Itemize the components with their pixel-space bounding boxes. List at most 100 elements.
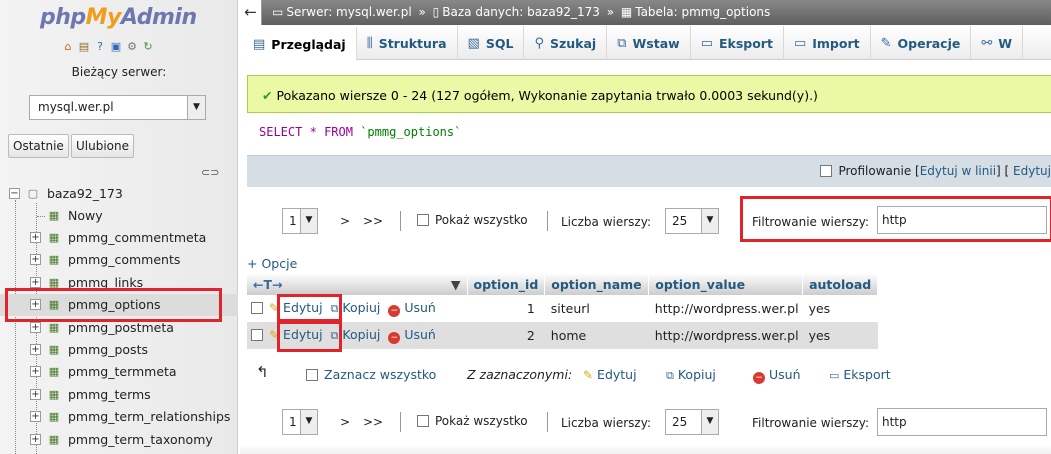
tab-import-label: Import [812,35,860,51]
table-icon[interactable]: ▦ [46,433,62,447]
row-checkbox[interactable] [251,302,263,314]
breadcrumb-server[interactable]: Serwer: mysql.wer.pl [286,5,411,19]
expand-icon[interactable]: + [30,366,41,378]
expand-icon[interactable]: + [30,299,41,311]
phpmyadmin-logo[interactable]: phpMyAdmin [40,5,197,30]
tree-table-item[interactable]: + ▦ pmmg_commentmeta [0,227,238,249]
tab-insert[interactable]: ⧉ Wstaw [607,26,691,60]
bottom-shadow [240,444,1051,454]
expand-icon[interactable]: + [30,254,41,266]
server-select[interactable]: mysql.wer.pl ▼ [29,95,206,120]
settings-icon[interactable]: ⚙ [125,40,139,54]
tab-structure[interactable]: ⫼ Struktura [357,26,458,60]
expand-icon[interactable]: + [30,232,41,243]
tree-table-item[interactable]: + ▦ pmmg_postmeta [0,317,238,339]
table-icon[interactable]: ▦ [46,343,62,357]
row-copy-button[interactable]: ⧉ Kopiuj [331,300,381,315]
last-page-button[interactable]: >> [359,208,387,234]
help-icon[interactable]: ? [93,40,107,54]
expand-icon[interactable]: + [30,276,41,288]
tree-database[interactable]: − ▢ baza92_173 [0,183,238,205]
show-all-control[interactable]: Pokaż wszystko [417,213,528,227]
column-autoload[interactable]: autoload [802,273,879,295]
row-delete-button[interactable]: − Usuń [388,300,436,317]
column-option-name[interactable]: option_name [544,273,650,295]
expand-icon[interactable]: + [30,411,41,423]
documentation-icon[interactable]: ▣ [109,40,123,54]
check-all-control[interactable]: Zaznacz wszystko [306,367,436,382]
rows-per-page-select[interactable]: 25 ▼ [665,409,719,435]
table-icon[interactable]: ▦ [46,410,62,424]
row-edit-button[interactable]: ✎ Edytuj [269,327,323,342]
table-icon[interactable]: ▦ [46,231,62,245]
column-resize-header[interactable]: ←T→ ▼ [247,273,468,295]
breadcrumb-table[interactable]: Tabela: pmmg_options [635,5,770,19]
column-option-value[interactable]: option_value [648,273,804,295]
page-select[interactable]: 1 ▼ [282,409,318,435]
rows-per-page-select[interactable]: 25 ▼ [665,208,719,234]
tree-table-item[interactable]: + ▦ pmmg_terms [0,384,238,406]
tab-sql[interactable]: ▧ SQL [458,26,525,60]
tree-table-item[interactable]: + ▦ pmmg_term_taxonomy [0,429,238,451]
back-arrow-icon[interactable]: ← [240,0,262,25]
table-icon[interactable]: ▦ [46,321,62,335]
link-icon[interactable]: ⊂⊃ [201,166,219,179]
tree-table-item[interactable]: + ▦ pmmg_termmeta [0,361,238,383]
last-page-button[interactable]: >> [359,409,387,435]
row-edit-button[interactable]: ✎ Edytuj [269,300,323,315]
show-all-checkbox[interactable] [417,415,429,427]
options-link[interactable]: + Opcje [247,256,297,271]
edit-query-link[interactable]: Edytuj [1013,164,1051,178]
table-icon[interactable]: ▦ [46,388,62,402]
bulk-export-button[interactable]: ▭ Eksport [829,367,891,382]
expand-icon[interactable]: + [30,388,41,400]
tree-table-item[interactable]: + ▦ pmmg_links [0,272,238,294]
expand-icon[interactable]: + [30,321,41,333]
row-copy-button[interactable]: ⧉ Kopiuj [331,327,381,342]
row-delete-button[interactable]: − Usuń [388,327,436,344]
tab-browse[interactable]: ▤ Przeglądaj [243,26,357,60]
sql-select: SELECT [259,125,303,139]
filter-rows-input[interactable]: http [877,206,1047,234]
tab-search[interactable]: ⚲ Szukaj [524,26,608,60]
tree-table-item[interactable]: + ▦ pmmg_term_relationships [0,406,238,428]
tree-new-table[interactable]: ▦ Nowy [0,205,238,227]
bulk-delete-button[interactable]: − Usuń [753,367,801,384]
edit-inline-link[interactable]: Edytuj w linii [920,164,996,178]
breadcrumb-database[interactable]: Baza danych: baza92_173 [442,5,600,19]
breadcrumb-bar: ← ▭ Serwer: mysql.wer.pl » ▯ Baza danych: … [240,0,1051,25]
table-icon[interactable]: ▦ [46,276,62,290]
expand-icon[interactable]: + [30,344,41,355]
next-page-button[interactable]: > [331,208,359,234]
row-checkbox[interactable] [251,329,263,341]
tab-export[interactable]: ▭ Eksport [691,26,784,60]
home-icon[interactable]: ⌂ [61,40,75,54]
next-page-button[interactable]: > [331,409,359,435]
tab-import[interactable]: ▭ Import [784,26,871,60]
recent-tables-button[interactable]: Ostatnie [8,134,69,158]
tab-more[interactable]: ⚯ W [971,26,1024,60]
reload-icon[interactable]: ↻ [141,40,155,54]
tree-table-item[interactable]: + ▦ pmmg_comments [0,249,238,271]
table-icon[interactable]: ▦ [46,298,62,312]
profiling-checkbox[interactable] [820,165,833,177]
logout-icon[interactable]: ▤ [77,40,91,54]
favorite-tables-button[interactable]: Ulubione [71,134,135,158]
table-icon[interactable]: ▦ [46,253,62,267]
column-option-id[interactable]: option_id [467,273,546,295]
show-all-control[interactable]: Pokaż wszystko [417,414,528,428]
check-all-checkbox[interactable] [306,369,318,381]
filter-rows-input[interactable]: http [877,408,1047,436]
collapse-icon[interactable]: − [9,188,20,199]
tree-table-item[interactable]: + ▦ pmmg_posts [0,339,238,361]
page-select[interactable]: 1 ▼ [282,208,318,234]
chevron-down-icon[interactable]: ▼ [451,277,461,292]
bulk-edit-button[interactable]: ✎ Edytuj [583,367,637,382]
show-all-checkbox[interactable] [417,214,429,226]
table-icon[interactable]: ▦ [46,365,62,379]
tab-operations[interactable]: ✎ Operacje [871,26,972,60]
expand-icon[interactable]: + [30,433,41,445]
bulk-copy-button[interactable]: ⧉ Kopiuj [666,367,716,383]
tree-table-item[interactable]: + ▦ pmmg_options [0,294,238,317]
row-delete-label: Usuń [404,327,436,342]
